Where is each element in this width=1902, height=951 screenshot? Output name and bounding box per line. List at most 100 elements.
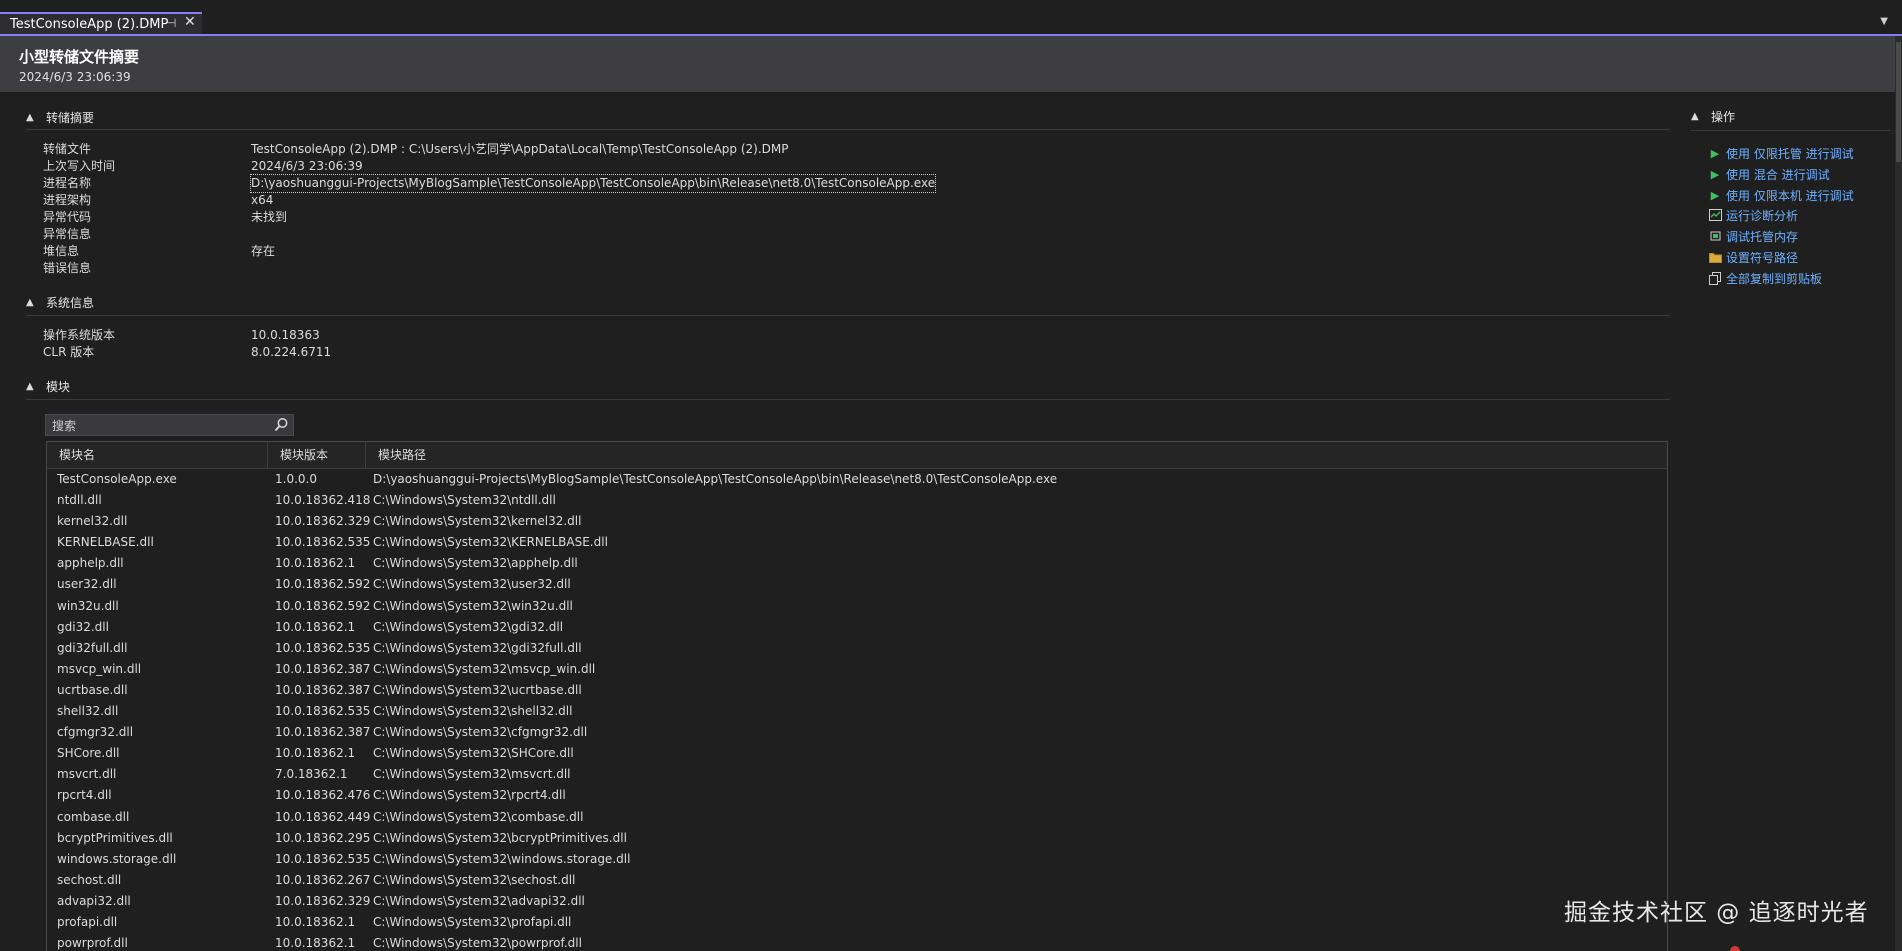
module-path-cell: C:\Windows\System32\profapi.dll [373, 914, 572, 929]
action-debug-managed-memory[interactable]: 调试托管内存 [1708, 227, 1798, 245]
vertical-scrollbar[interactable] [1895, 36, 1902, 951]
section-header-dump-summary[interactable]: ▲ 转储摘要 [26, 107, 94, 127]
tab-dump-file[interactable]: TestConsoleApp (2).DMP ⊣ ✕ [0, 12, 202, 34]
module-version-cell: 10.0.18362.387 [275, 682, 371, 697]
module-name-cell: TestConsoleApp.exe [57, 472, 177, 486]
action-copy-all-to-clipboard[interactable]: 全部复制到剪贴板 [1708, 269, 1822, 287]
action-run-diagnostics[interactable]: 运行诊断分析 [1708, 206, 1798, 224]
module-version-cell: 10.0.18362.592 [275, 598, 371, 613]
table-row[interactable]: msvcrt.dll 7.0.18362.1 C:\Windows\System32… [47, 764, 1667, 785]
table-row[interactable]: gdi32.dll 10.0.18362.1 C:\Windows\System32… [47, 617, 1667, 638]
close-icon[interactable]: ✕ [184, 14, 196, 30]
field-label-last-write: 上次写入时间 [43, 159, 116, 173]
table-row[interactable]: apphelp.dll 10.0.18362.1 C:\Windows\System… [47, 553, 1667, 574]
column-header-module-name[interactable]: 模块名 [47, 442, 268, 468]
module-version-cell: 10.0.18362.1 [275, 914, 356, 929]
action-set-symbol-path[interactable]: 设置符号路径 [1708, 248, 1798, 266]
pin-icon[interactable]: ⊣ [166, 16, 176, 30]
table-row[interactable]: TestConsoleApp.exe 1.0.0.0 D:\yaoshuanggui… [47, 469, 1667, 490]
module-version-cell: 10.0.18362.535 [275, 704, 371, 719]
module-name-cell: msvcrt.dll [57, 767, 117, 782]
action-label: 使用 混合 进行调试 [1726, 167, 1830, 182]
table-row[interactable]: ucrtbase.dll 10.0.18362.387 C:\Windows\Sys… [47, 680, 1667, 701]
table-row[interactable]: advapi32.dll 10.0.18362.329 C:\Windows\Sys… [47, 891, 1667, 912]
table-row[interactable]: win32u.dll 10.0.18362.592 C:\Windows\Syste… [47, 596, 1667, 617]
table-row[interactable]: ntdll.dll 10.0.18362.418 C:\Windows\System… [47, 490, 1667, 511]
section-header-modules[interactable]: ▲ 模块 [26, 376, 70, 396]
module-path-cell: C:\Windows\System32\rpcrt4.dll [373, 788, 566, 803]
field-value-process-name[interactable]: D:\yaoshuanggui-Projects\MyBlogSample\Te… [249, 174, 937, 193]
action-debug-managed-only[interactable]: ▶ 使用 仅限托管 进行调试 [1708, 144, 1854, 162]
page-title: 小型转储文件摘要 [19, 48, 140, 66]
table-row[interactable]: shell32.dll 10.0.18362.535 C:\Windows\Syst… [47, 701, 1667, 722]
module-path-cell: C:\Windows\System32\advapi32.dll [373, 893, 585, 908]
scrollbar-thumb[interactable] [1896, 42, 1901, 162]
field-label-exception-info: 异常信息 [43, 227, 92, 241]
section-label: 模块 [46, 379, 71, 394]
field-label-process-arch: 进程架构 [43, 193, 92, 207]
modules-table: 模块名 模块版本 模块路径 TestConsoleApp.exe 1.0.0.0 D… [46, 441, 1668, 951]
table-row[interactable]: combase.dll 10.0.18362.449 C:\Windows\Syst… [47, 807, 1667, 828]
module-search-box[interactable] [45, 414, 294, 436]
module-name-cell: profapi.dll [57, 914, 118, 929]
field-value-clr-version: 8.0.224.6711 [251, 345, 332, 359]
module-version-cell: 10.0.18362.387 [275, 661, 371, 676]
section-header-system-info[interactable]: ▲ 系统信息 [26, 292, 94, 312]
column-header-module-version[interactable]: 模块版本 [268, 442, 366, 468]
module-version-cell: 10.0.18362.449 [275, 809, 371, 824]
module-path-cell: C:\Windows\System32\gdi32.dll [373, 619, 564, 634]
table-row[interactable]: powrprof.dll 10.0.18362.1 C:\Windows\Syste… [47, 933, 1667, 951]
table-header: 模块名 模块版本 模块路径 [47, 442, 1667, 469]
section-label: 转储摘要 [46, 110, 95, 125]
module-version-cell: 10.0.18362.1 [275, 619, 356, 634]
action-debug-native-only[interactable]: ▶ 使用 仅限本机 进行调试 [1708, 186, 1854, 204]
module-version-cell: 10.0.18362.418 [275, 493, 371, 508]
module-name-cell: apphelp.dll [57, 556, 124, 571]
table-row[interactable]: windows.storage.dll 10.0.18362.535 C:\Wind… [47, 849, 1667, 870]
module-path-cell: C:\Windows\System32\msvcp_win.dll [373, 661, 596, 676]
module-path-cell: C:\Windows\System32\ucrtbase.dll [373, 682, 582, 697]
column-header-module-path[interactable]: 模块路径 [366, 442, 1667, 468]
module-version-cell: 10.0.18362.1 [275, 936, 356, 951]
module-version-cell: 10.0.18362.535 [275, 535, 371, 550]
table-row[interactable]: cfgmgr32.dll 10.0.18362.387 C:\Windows\Sys… [47, 722, 1667, 743]
action-label: 设置符号路径 [1726, 250, 1799, 265]
module-name-cell: ntdll.dll [57, 493, 102, 508]
memory-icon [1708, 229, 1722, 243]
field-label-os-version: 操作系统版本 [43, 328, 116, 342]
search-icon[interactable] [273, 416, 289, 434]
action-debug-mixed[interactable]: ▶ 使用 混合 进行调试 [1708, 165, 1830, 183]
field-label-error-info: 错误信息 [43, 261, 92, 275]
module-version-cell: 10.0.18362.535 [275, 640, 371, 655]
table-row[interactable]: SHCore.dll 10.0.18362.1 C:\Windows\System3… [47, 743, 1667, 764]
table-row[interactable]: sechost.dll 10.0.18362.267 C:\Windows\Syst… [47, 870, 1667, 891]
table-row[interactable]: msvcp_win.dll 10.0.18362.387 C:\Windows\Sy… [47, 659, 1667, 680]
module-version-cell: 7.0.18362.1 [275, 767, 348, 782]
tab-dropdown-icon[interactable]: ▼ [1880, 16, 1888, 27]
table-row[interactable]: profapi.dll 10.0.18362.1 C:\Windows\System… [47, 912, 1667, 933]
table-row[interactable]: user32.dll 10.0.18362.592 C:\Windows\Syste… [47, 574, 1667, 595]
action-label: 调试托管内存 [1726, 229, 1799, 244]
field-label-heap-info: 堆信息 [43, 244, 80, 258]
field-label-clr-version: CLR 版本 [43, 345, 95, 359]
module-path-cell: C:\Windows\System32\SHCore.dll [373, 746, 574, 761]
module-version-cell: 10.0.18362.387 [275, 725, 371, 740]
module-path-cell: C:\Windows\System32\combase.dll [373, 809, 584, 824]
table-row[interactable]: kernel32.dll 10.0.18362.329 C:\Windows\Sys… [47, 511, 1667, 532]
table-row[interactable]: rpcrt4.dll 10.0.18362.476 C:\Windows\Syste… [47, 785, 1667, 806]
table-row[interactable]: gdi32full.dll 10.0.18362.535 C:\Windows\Sy… [47, 638, 1667, 659]
module-name-cell: gdi32full.dll [57, 640, 128, 655]
module-name-cell: msvcp_win.dll [57, 661, 142, 676]
module-name-cell: user32.dll [57, 577, 117, 592]
section-label: 系统信息 [46, 295, 95, 310]
search-input[interactable] [50, 417, 274, 435]
table-row[interactable]: bcryptPrimitives.dll 10.0.18362.295 C:\Win… [47, 828, 1667, 849]
divider [26, 129, 1670, 130]
chevron-up-icon: ▲ [1691, 111, 1699, 122]
play-icon: ▶ [1710, 188, 1720, 202]
chevron-up-icon: ▲ [26, 111, 34, 123]
divider [26, 315, 1670, 316]
module-path-cell: C:\Windows\System32\kernel32.dll [373, 514, 582, 529]
section-header-actions[interactable]: ▲ 操作 [1691, 108, 1735, 125]
table-row[interactable]: KERNELBASE.dll 10.0.18362.535 C:\Windows\S… [47, 532, 1667, 553]
